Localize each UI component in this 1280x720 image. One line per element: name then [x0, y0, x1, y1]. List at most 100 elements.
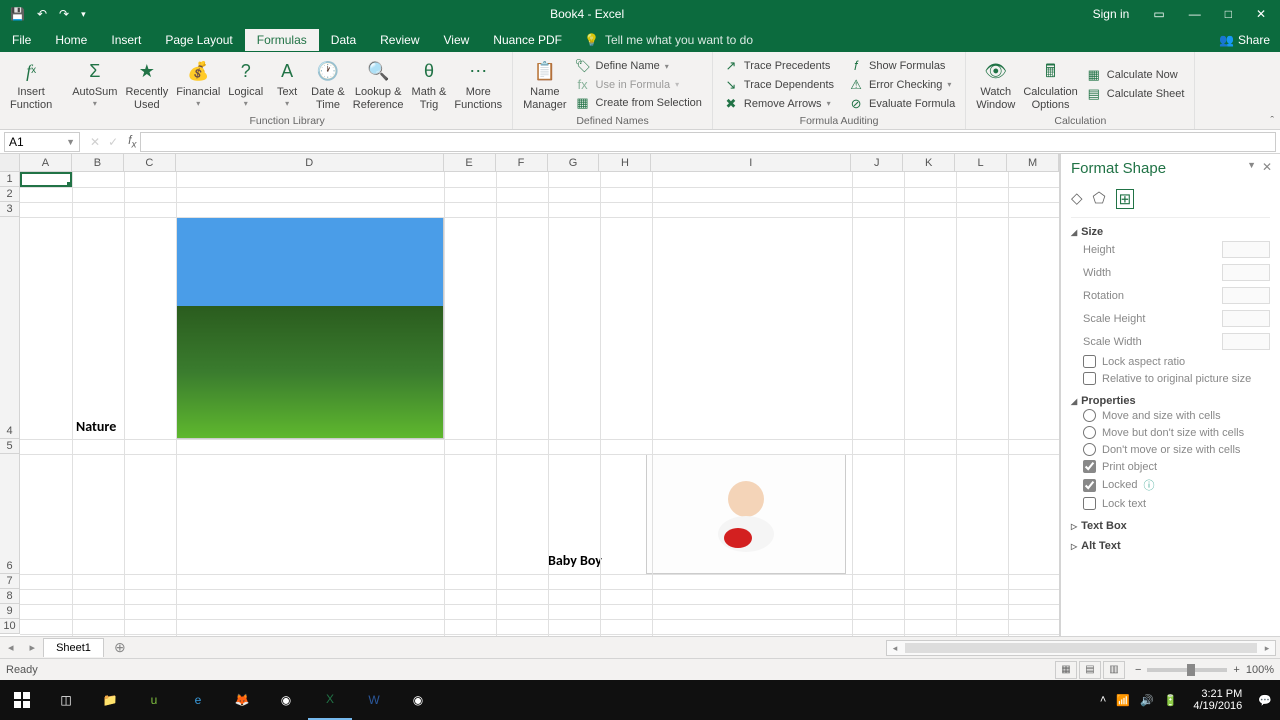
add-sheet-button[interactable]: ⊕	[104, 639, 136, 656]
column-header[interactable]: I	[651, 154, 851, 171]
save-icon[interactable]: 💾	[6, 7, 29, 21]
remove-arrows-button[interactable]: ✖Remove Arrows ▾	[719, 95, 838, 113]
effects-options-icon[interactable]: ⬠	[1093, 189, 1106, 209]
column-header[interactable]: B	[72, 154, 124, 171]
redo-icon[interactable]: ↷	[55, 7, 73, 21]
tell-me-search[interactable]: 💡 Tell me what you want to do	[574, 33, 763, 47]
row-header[interactable]: 2	[0, 187, 19, 202]
fill-options-icon[interactable]: ◇	[1071, 189, 1083, 209]
normal-view-icon[interactable]: ▦	[1055, 661, 1077, 679]
column-header[interactable]: D	[176, 154, 444, 171]
select-all-corner[interactable]	[0, 154, 20, 171]
column-header[interactable]: L	[955, 154, 1007, 171]
more-functions-button[interactable]: ⋯More Functions	[450, 54, 506, 115]
locked-checkbox[interactable]	[1083, 479, 1096, 492]
system-clock[interactable]: 3:21 PM 4/19/2016	[1187, 688, 1248, 712]
notifications-icon[interactable]: 💬	[1258, 694, 1272, 707]
zoom-level[interactable]: 100%	[1246, 664, 1274, 676]
row-header[interactable]: 10	[0, 619, 19, 634]
app-icon-1[interactable]: 📁	[88, 680, 132, 720]
column-header[interactable]: A	[20, 154, 72, 171]
scroll-thumb[interactable]	[905, 643, 1257, 653]
network-icon[interactable]: 📶	[1116, 694, 1130, 707]
column-header[interactable]: G	[548, 154, 600, 171]
image-nature[interactable]	[176, 217, 444, 439]
word-icon[interactable]: W	[352, 680, 396, 720]
column-header[interactable]: M	[1007, 154, 1059, 171]
text-button[interactable]: AText▾	[267, 54, 307, 115]
name-manager-button[interactable]: 📋Name Manager	[519, 54, 570, 115]
firefox-icon[interactable]: 🦊	[220, 680, 264, 720]
sheet-tab[interactable]: Sheet1	[43, 638, 104, 657]
row-header[interactable]: 7	[0, 574, 19, 589]
tab-nuance[interactable]: Nuance PDF	[481, 29, 574, 51]
row-header[interactable]: 3	[0, 202, 19, 217]
relative-size-checkbox[interactable]	[1083, 372, 1096, 385]
cancel-formula-icon[interactable]: ✕	[90, 135, 100, 149]
column-header[interactable]: C	[124, 154, 176, 171]
row-header[interactable]: 9	[0, 604, 19, 619]
financial-button[interactable]: 💰Financial▾	[172, 54, 224, 115]
scale-width-input[interactable]	[1222, 333, 1270, 350]
date-time-button[interactable]: 🕐Date & Time	[307, 54, 349, 115]
enter-formula-icon[interactable]: ✓	[108, 135, 118, 149]
ribbon-display-icon[interactable]: ▭	[1145, 3, 1172, 25]
show-formulas-button[interactable]: 𝑓Show Formulas	[844, 57, 959, 75]
zoom-in-button[interactable]: +	[1233, 664, 1239, 676]
row-header[interactable]: 6	[0, 454, 19, 574]
logical-button[interactable]: ?Logical▾	[224, 54, 267, 115]
scroll-left-icon[interactable]: ◂	[887, 643, 903, 654]
tab-review[interactable]: Review	[368, 29, 431, 51]
horizontal-scrollbar[interactable]: ◂ ▸	[886, 640, 1276, 656]
sheet-nav-prev[interactable]: ◂	[0, 641, 22, 654]
zoom-slider[interactable]	[1147, 668, 1227, 672]
volume-icon[interactable]: 🔊	[1140, 694, 1154, 707]
tab-page-layout[interactable]: Page Layout	[153, 29, 244, 51]
maximize-button[interactable]: □	[1217, 3, 1240, 25]
row-header[interactable]: 5	[0, 439, 19, 454]
create-from-selection-button[interactable]: ▦Create from Selection	[571, 94, 706, 112]
evaluate-formula-button[interactable]: ⊘Evaluate Formula	[844, 95, 959, 113]
page-layout-view-icon[interactable]: ▤	[1079, 661, 1101, 679]
lookup-button[interactable]: 🔍Lookup & Reference	[349, 54, 408, 115]
chrome-icon-2[interactable]: ◉	[396, 680, 440, 720]
task-view-icon[interactable]: ◫	[44, 680, 88, 720]
spreadsheet-grid[interactable]: ABCDEFGHIJKLM 12345678910 Nature Baby Bo…	[0, 154, 1060, 636]
lock-aspect-checkbox[interactable]	[1083, 355, 1096, 368]
info-icon[interactable]: ⓘ	[1143, 477, 1154, 493]
watch-window-button[interactable]: 👁Watch Window	[972, 54, 1019, 115]
tab-formulas[interactable]: Formulas	[245, 29, 319, 51]
tab-insert[interactable]: Insert	[99, 29, 153, 51]
tab-file[interactable]: File	[0, 29, 43, 51]
zoom-out-button[interactable]: −	[1135, 664, 1141, 676]
rotation-input[interactable]	[1222, 287, 1270, 304]
size-section-header[interactable]: ◢Size	[1071, 226, 1270, 238]
print-object-checkbox[interactable]	[1083, 460, 1096, 473]
column-header[interactable]: F	[496, 154, 548, 171]
scale-height-input[interactable]	[1222, 310, 1270, 327]
properties-section-header[interactable]: ◢Properties	[1071, 395, 1270, 407]
sign-in-button[interactable]: Sign in	[1085, 3, 1138, 25]
width-input[interactable]	[1222, 264, 1270, 281]
scroll-right-icon[interactable]: ▸	[1259, 643, 1275, 654]
undo-icon[interactable]: ↶	[33, 7, 51, 21]
row-header[interactable]: 4	[0, 217, 19, 439]
text-box-section-header[interactable]: ▷Text Box	[1071, 520, 1270, 532]
qat-customize-icon[interactable]: ▾	[77, 9, 90, 20]
close-pane-icon[interactable]: ✕	[1262, 160, 1272, 174]
active-cell[interactable]	[20, 172, 72, 187]
calculation-options-button[interactable]: 🖩Calculation Options	[1019, 54, 1081, 115]
define-name-button[interactable]: 🏷Define Name ▾	[571, 57, 706, 75]
autosum-button[interactable]: ΣAutoSum▾	[68, 54, 121, 115]
trace-dependents-button[interactable]: ↘Trace Dependents	[719, 76, 838, 94]
fx-icon[interactable]: fx	[124, 133, 140, 150]
height-input[interactable]	[1222, 241, 1270, 258]
use-in-formula-button[interactable]: fxUse in Formula ▾	[571, 76, 706, 93]
sheet-nav-next[interactable]: ▸	[22, 641, 44, 654]
tab-home[interactable]: Home	[43, 29, 99, 51]
column-header[interactable]: K	[903, 154, 955, 171]
excel-taskbar-icon[interactable]: X	[308, 680, 352, 720]
formula-input[interactable]	[140, 132, 1276, 152]
page-break-view-icon[interactable]: ▥	[1103, 661, 1125, 679]
share-button[interactable]: 👥 Share	[1209, 29, 1280, 51]
